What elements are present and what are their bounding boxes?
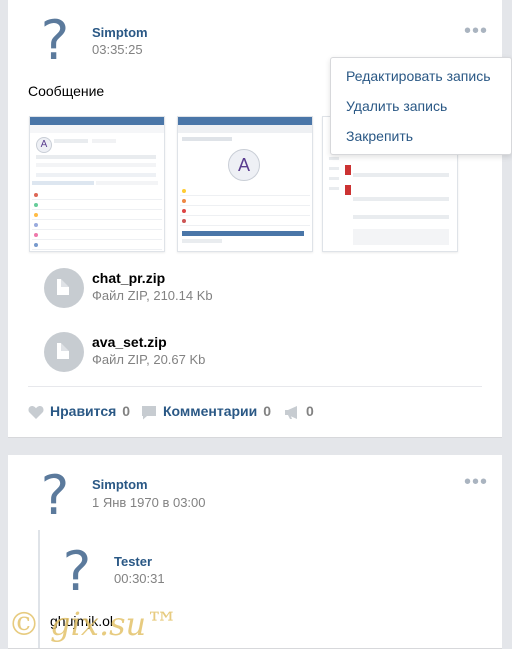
- divider: [28, 386, 482, 387]
- post-time[interactable]: 03:35:25: [92, 42, 143, 57]
- quoted-author-avatar[interactable]: ?: [52, 541, 102, 603]
- comment-icon: [142, 405, 156, 420]
- post-time[interactable]: 1 Янв 1970 в 03:00: [92, 495, 206, 510]
- file-name[interactable]: ava_set.zip: [92, 334, 167, 350]
- post-message: Сообщение: [28, 83, 105, 99]
- more-options-icon[interactable]: •••: [464, 472, 488, 492]
- question-mark-icon: ?: [62, 540, 92, 603]
- file-attachment[interactable]: ava_set.zip Файл ZIP, 20.67 Kb: [44, 328, 344, 376]
- more-options-icon[interactable]: •••: [464, 21, 488, 41]
- photo-thumbnail[interactable]: A: [29, 116, 165, 252]
- post-card: ? Simptom 03:35:25 ••• Сообщение A A Ред…: [8, 0, 512, 438]
- author-avatar[interactable]: ?: [30, 10, 80, 72]
- comments-button[interactable]: Комментарии 0: [141, 403, 271, 423]
- quoted-author[interactable]: Tester: [114, 554, 152, 569]
- menu-item-delete[interactable]: Удалить запись: [346, 98, 447, 114]
- heart-icon: [28, 406, 44, 420]
- photo-thumbnail[interactable]: A: [177, 116, 313, 252]
- quoted-time[interactable]: 00:30:31: [114, 571, 165, 586]
- menu-item-edit[interactable]: Редактировать запись: [346, 68, 491, 84]
- share-count: 0: [306, 403, 314, 419]
- question-mark-icon: ?: [40, 464, 70, 527]
- post-options-menu: Редактировать запись Удалить запись Закр…: [330, 57, 512, 155]
- like-label: Нравится: [50, 403, 117, 419]
- author-avatar[interactable]: ?: [30, 465, 80, 527]
- post-author[interactable]: Simptom: [92, 477, 148, 492]
- comments-label: Комментарии: [163, 403, 258, 419]
- share-button[interactable]: 0: [284, 403, 314, 423]
- megaphone-icon: [285, 405, 297, 419]
- like-button[interactable]: Нравится 0: [28, 403, 130, 423]
- file-name[interactable]: chat_pr.zip: [92, 270, 165, 286]
- file-attachment[interactable]: chat_pr.zip Файл ZIP, 210.14 Kb: [44, 264, 344, 312]
- post-author[interactable]: Simptom: [92, 25, 148, 40]
- comments-count: 0: [263, 403, 272, 419]
- file-meta: Файл ZIP, 210.14 Kb: [92, 288, 213, 303]
- watermark: © gix.su™: [8, 605, 179, 643]
- question-mark-icon: ?: [40, 9, 70, 72]
- document-icon: [44, 268, 84, 308]
- document-icon: [44, 332, 84, 372]
- file-meta: Файл ZIP, 20.67 Kb: [92, 352, 206, 367]
- like-count: 0: [122, 403, 131, 419]
- menu-item-pin[interactable]: Закрепить: [346, 128, 413, 144]
